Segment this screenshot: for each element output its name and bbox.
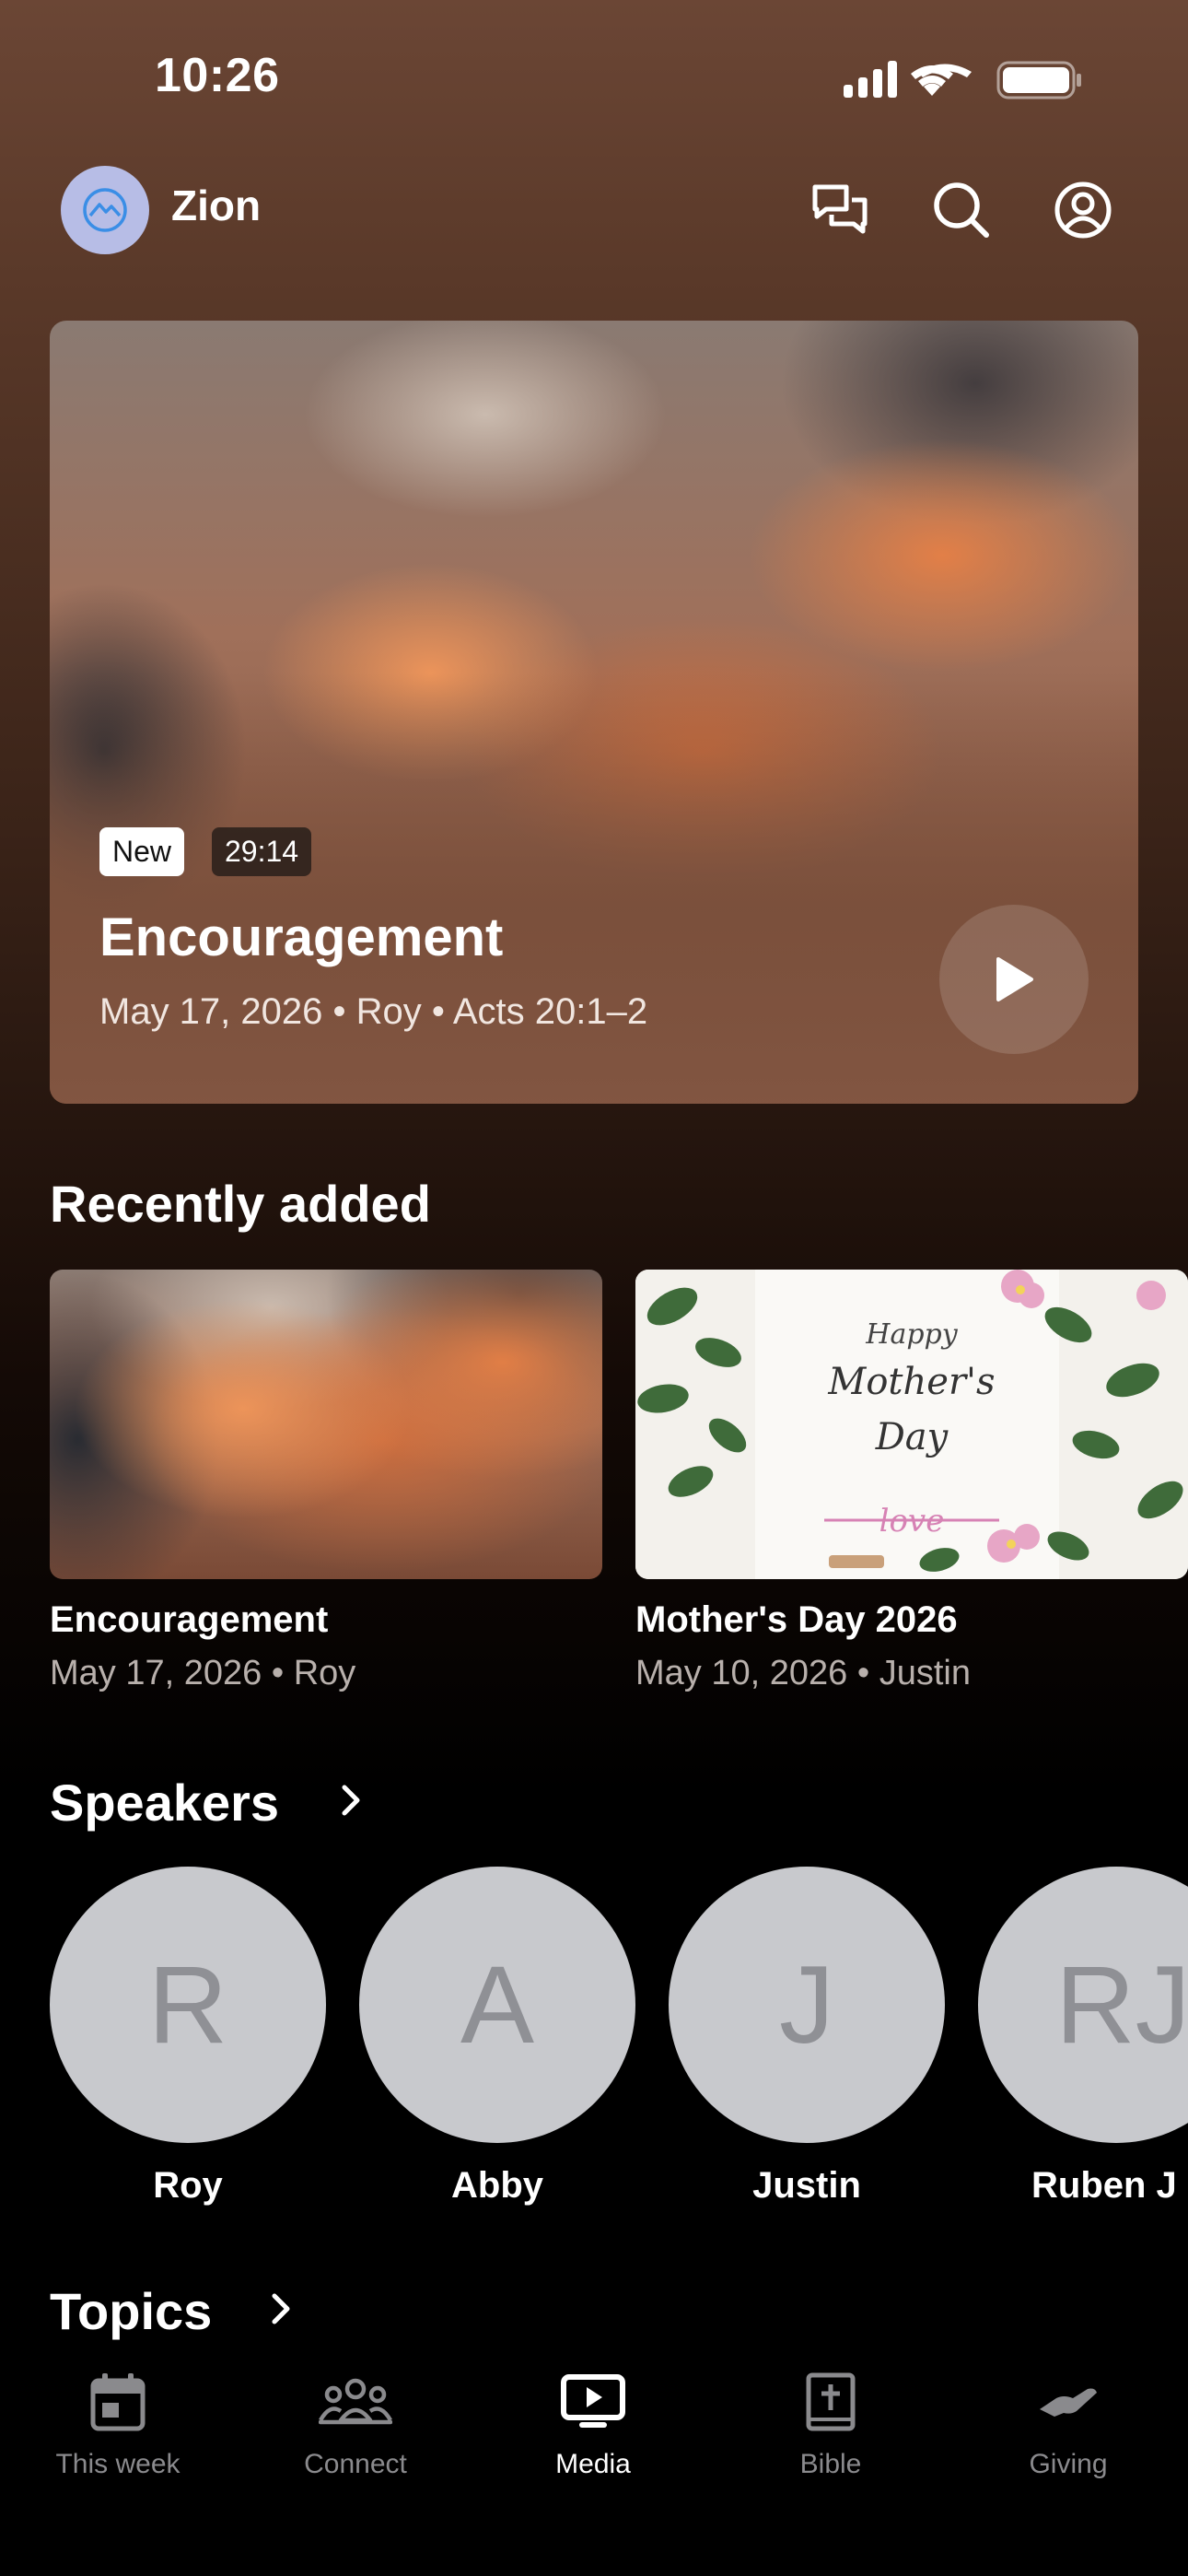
speakers-heading[interactable]: Speakers [50,1773,279,1832]
tab-media[interactable]: Media [501,2368,685,2480]
search-icon [934,182,989,238]
speaker-avatar: R [50,1867,326,2143]
media-meta: May 17, 2026 • Roy [50,1654,602,1693]
tv-play-icon [561,2374,625,2428]
messages-button[interactable] [805,175,875,245]
play-icon [996,957,1033,1001]
card-text-day: Day [875,1416,949,1458]
user-profile-icon [1054,181,1112,239]
featured-meta: May 17, 2026 • Roy • Acts 20:1–2 [99,991,647,1033]
speaker-name: Ruben J [1031,2165,1177,2206]
tab-label: This week [55,2449,181,2479]
card-text-love: love [879,1503,945,1540]
church-logo-avatar[interactable] [61,166,149,254]
app-name[interactable]: Zion [171,181,261,230]
media-thumbnail: Happy Mother's Day love [635,1270,1188,1579]
featured-sermon-card[interactable]: New 29:14 Encouragement May 17, 2026 • R… [50,321,1138,1104]
cellular-signal-icon [844,61,897,98]
new-badge: New [99,827,185,876]
tab-label: Giving [1029,2449,1108,2479]
media-title: Encouragement [50,1599,329,1640]
tab-bible[interactable]: Bible [739,2368,923,2480]
featured-scripture: Acts 20:1–2 [452,991,648,1032]
speaker-name: Roy [153,2165,223,2206]
topics-see-all-button[interactable] [262,2287,302,2336]
play-button[interactable] [939,905,1089,1054]
status-icons [840,57,1087,103]
meta-separator: • [856,1654,879,1692]
media-date: May 17, 2026 [50,1654,262,1692]
speaker-item[interactable]: RJ Ruben J [978,1867,1188,2207]
chevron-right-icon [342,1785,360,1816]
people-icon [319,2378,392,2425]
battery-icon [996,61,1081,100]
tab-label: Media [555,2449,631,2479]
meta-separator: • [271,1654,294,1692]
speaker-avatar: RJ [978,1867,1188,2143]
search-button[interactable] [926,175,996,245]
featured-speaker: Roy [355,991,422,1032]
speaker-name: Justin [752,2165,861,2206]
media-card[interactable]: Happy Mother's Day love Mother's Day 202… [635,1270,1188,1693]
bible-icon [806,2372,856,2431]
speaker-item[interactable]: J Justin [669,1867,945,2207]
topics-heading[interactable]: Topics [50,2281,212,2341]
card-text-happy: Happy [865,1318,958,1351]
tab-this-week[interactable]: This week [26,2368,210,2480]
media-title: Mother's Day 2026 [635,1599,958,1640]
chevron-right-icon [272,2293,290,2324]
recently-added-heading: Recently added [50,1175,431,1233]
mothers-day-card-image: Happy Mother's Day love [635,1270,1188,1579]
tab-connect[interactable]: Connect [263,2368,448,2480]
speaker-name: Abby [451,2165,543,2206]
wifi-icon [911,64,972,96]
media-card[interactable]: Encouragement May 17, 2026 • Roy [50,1270,602,1693]
featured-date: May 17, 2026 [99,991,323,1032]
meta-separator: • [431,991,453,1032]
speaker-avatar: J [669,1867,945,2143]
tab-giving[interactable]: Giving [976,2368,1160,2480]
media-thumbnail [50,1270,602,1579]
calendar-icon [90,2373,146,2431]
media-speaker: Justin [879,1654,971,1692]
featured-title: Encouragement [99,907,504,967]
meta-separator: • [332,991,356,1032]
duration-badge: 29:14 [212,827,312,876]
giving-hand-icon [1040,2388,1097,2417]
profile-button[interactable] [1048,175,1118,245]
tab-label: Connect [304,2449,407,2479]
speakers-see-all-button[interactable] [332,1778,372,1827]
media-date: May 10, 2026 [635,1654,848,1692]
media-speaker: Roy [293,1654,356,1692]
chat-bubbles-icon [812,184,868,234]
speaker-item[interactable]: R Roy [50,1867,326,2207]
card-text-mothers: Mother's [827,1361,995,1403]
media-meta: May 10, 2026 • Justin [635,1654,1188,1693]
status-time: 10:26 [155,49,280,102]
speaker-item[interactable]: A Abby [359,1867,635,2207]
tab-label: Bible [799,2449,862,2479]
speaker-avatar: A [359,1867,635,2143]
mountain-logo-icon [83,188,127,232]
